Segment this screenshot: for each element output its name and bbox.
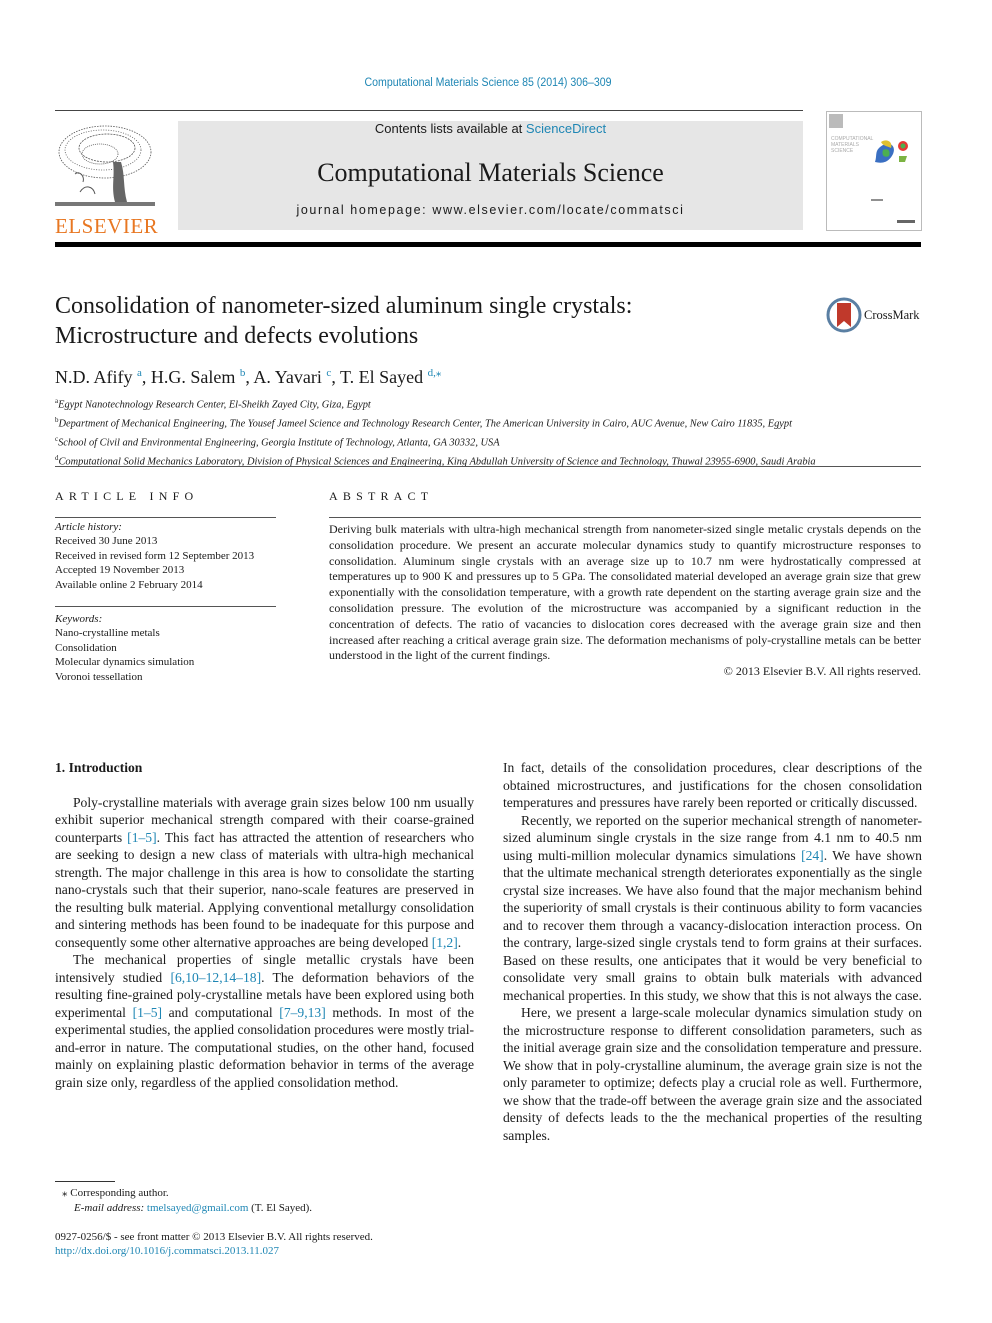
- author-list: N.D. Afify a, H.G. Salem b, A. Yavari c,…: [55, 367, 442, 387]
- journal-cover-icon: COMPUTATIONAL MATERIALS SCIENCE: [829, 114, 915, 223]
- homepage-link[interactable]: www.elsevier.com/locate/commatsci: [432, 203, 684, 217]
- page-footer: 0927-0256/$ - see front matter © 2013 El…: [55, 1230, 373, 1259]
- history-item: Received in revised form 12 September 20…: [55, 549, 255, 562]
- affiliation: cSchool of Civil and Environmental Engin…: [55, 434, 500, 449]
- keyword: Voronoi tessellation: [55, 670, 143, 683]
- crossmark-button[interactable]: CrossMark: [826, 297, 920, 333]
- paragraph: In fact, details of the consolidation pr…: [503, 760, 922, 810]
- journal-cover-thumbnail[interactable]: COMPUTATIONAL MATERIALS SCIENCE: [826, 111, 922, 231]
- author[interactable]: H.G. Salem b: [151, 367, 246, 387]
- sciencedirect-link[interactable]: ScienceDirect: [526, 121, 606, 136]
- crossmark-label: CrossMark: [864, 307, 920, 322]
- keywords: Keywords: Nano-crystalline metals Consol…: [55, 613, 195, 683]
- citation-link[interactable]: [7–9,13]: [279, 1005, 325, 1020]
- journal-homepage: journal homepage: www.elsevier.com/locat…: [296, 203, 685, 217]
- keyword: Consolidation: [55, 641, 117, 654]
- footnote: ⁎ Corresponding author. E-mail address: …: [62, 1187, 313, 1214]
- citation-link[interactable]: [1,2]: [432, 935, 458, 950]
- author[interactable]: T. El Sayed d,⁎: [340, 367, 441, 387]
- journal-banner: Contents lists available at ScienceDirec…: [178, 121, 803, 230]
- keyword: Nano-crystalline metals: [55, 627, 160, 640]
- article-history: Article history: Received 30 June 2013 R…: [55, 521, 255, 591]
- citation-link[interactable]: [1–5]: [133, 1005, 162, 1020]
- abstract-text: Deriving bulk materials with ultra-high …: [329, 522, 921, 663]
- history-item: Available online 2 February 2014: [55, 578, 203, 591]
- author[interactable]: N.D. Afify a: [55, 367, 142, 387]
- svg-text:SCIENCE: SCIENCE: [831, 148, 854, 154]
- section-heading: 1. Introduction: [55, 760, 143, 775]
- doi-link[interactable]: http://dx.doi.org/10.1016/j.commatsci.20…: [55, 1245, 279, 1257]
- paragraph: Recently, we reported on the superior me…: [503, 812, 922, 1003]
- elsevier-logo[interactable]: ELSEVIER: [55, 122, 158, 237]
- paragraph: Here, we present a large-scale molecular…: [503, 1005, 922, 1143]
- elsevier-wordmark: ELSEVIER: [55, 214, 159, 238]
- citation-link[interactable]: [1–5]: [127, 830, 156, 845]
- history-item: Received 30 June 2013: [55, 535, 158, 548]
- header-divider: [55, 110, 803, 111]
- abstract-heading: ABSTRACT: [329, 489, 434, 503]
- citation-link[interactable]: [24]: [801, 848, 824, 863]
- footnote-divider: [55, 1181, 115, 1182]
- affiliation-divider: [55, 466, 921, 467]
- crossmark-icon: [826, 297, 862, 333]
- citation-link[interactable]: [6,10–12,14–18]: [170, 970, 261, 985]
- affiliations: aEgypt Nanotechnology Research Center, E…: [55, 394, 935, 470]
- abstract-divider: [329, 517, 921, 518]
- body-column-left: 1. Introduction Poly-crystalline materia…: [55, 759, 474, 1091]
- contents-line: Contents lists available at ScienceDirec…: [374, 121, 607, 136]
- journal-name: Computational Materials Science: [317, 158, 664, 187]
- article-title: Consolidation of nanometer-sized aluminu…: [55, 293, 633, 349]
- journal-citation-link[interactable]: Computational Materials Science 85 (2014…: [39, 77, 937, 89]
- issn-line: 0927-0256/$ - see front matter © 2013 El…: [55, 1231, 373, 1243]
- elsevier-tree-icon: [55, 125, 155, 206]
- history-item: Accepted 19 November 2013: [55, 564, 185, 577]
- affiliation: aEgypt Nanotechnology Research Center, E…: [55, 397, 371, 411]
- affiliation: bDepartment of Mechanical Engineering, T…: [55, 415, 792, 430]
- affiliation: dComputational Solid Mechanics Laborator…: [55, 453, 816, 468]
- paragraph: Poly-crystalline materials with average …: [55, 794, 475, 950]
- paragraph: The mechanical properties of single meta…: [55, 952, 475, 1090]
- author[interactable]: A. Yavari c: [253, 367, 331, 387]
- header-thick-divider: [55, 242, 921, 247]
- email-link[interactable]: tmelsayed@gmail.com: [147, 1202, 248, 1214]
- article-info-divider: [55, 517, 276, 518]
- keywords-divider: [55, 606, 276, 607]
- article-info-heading: ARTICLE INFO: [55, 489, 199, 503]
- abstract: Deriving bulk materials with ultra-high …: [329, 522, 921, 680]
- keyword: Molecular dynamics simulation: [55, 656, 195, 669]
- body-column-right: In fact, details of the consolidation pr…: [503, 759, 922, 1144]
- abstract-copyright: © 2013 Elsevier B.V. All rights reserved…: [723, 664, 921, 679]
